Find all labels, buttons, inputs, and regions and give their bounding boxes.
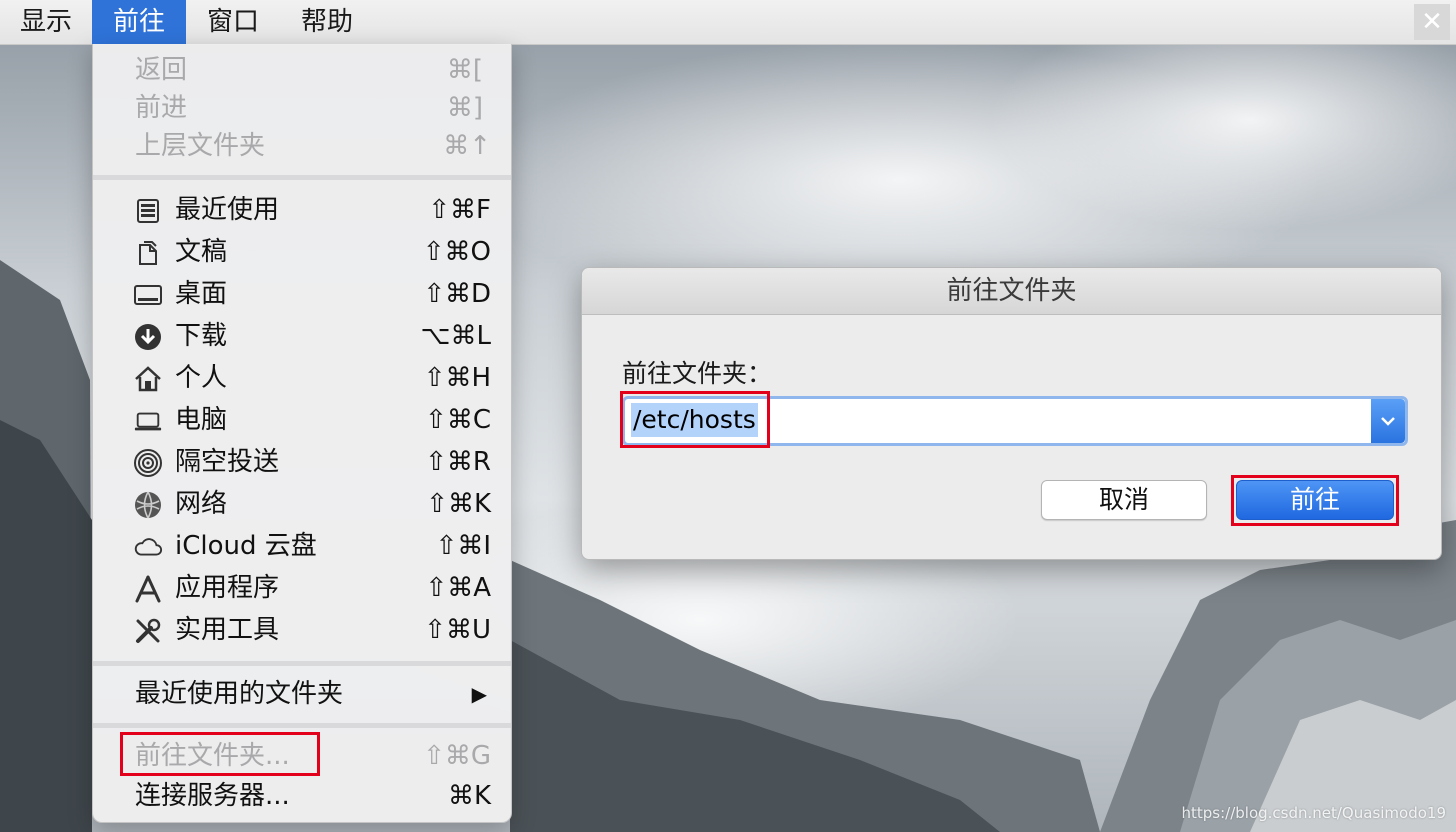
menu-item-label: 网络 [175, 489, 228, 519]
annotation-box-goto-menu-item [120, 732, 320, 776]
downloads-icon [133, 322, 163, 352]
menu-separator [93, 723, 511, 728]
watermark-text: https://blog.csdn.net/Quasimodo19 [1181, 804, 1446, 822]
menu-item-shortcut: ⌘[ [446, 55, 483, 85]
menu-item-shortcut: ⌘K [447, 781, 491, 811]
menu-item-shortcut: ⇧⌘F [428, 195, 491, 225]
desktop-icon [133, 280, 163, 310]
menu-item-desktop[interactable]: 桌面 ⇧⌘D [93, 274, 511, 314]
cancel-button[interactable]: 取消 [1041, 480, 1207, 520]
menu-item-label: 连接服务器... [135, 781, 290, 811]
applications-icon [133, 574, 163, 604]
menu-item-shortcut: ⇧⌘G [423, 741, 491, 771]
menu-item-shortcut: ⇧⌘U [424, 615, 491, 645]
menu-item-shortcut: ⇧⌘O [422, 237, 491, 267]
menubar-item-go[interactable]: 前往 [92, 0, 186, 44]
menu-item-utilities[interactable]: 实用工具 ⇧⌘U [93, 610, 511, 650]
menu-separator [93, 175, 511, 180]
annotation-box-path-input [620, 391, 770, 448]
menu-separator [93, 661, 511, 666]
utilities-icon [133, 616, 163, 646]
menu-item-shortcut: ⇧⌘R [425, 447, 491, 477]
dialog-prompt-label: 前往文件夹： [622, 359, 773, 388]
chevron-down-icon[interactable] [1371, 399, 1405, 443]
menu-item-label: 实用工具 [175, 615, 280, 645]
menu-item-label: 隔空投送 [175, 447, 280, 477]
recents-icon [133, 196, 163, 226]
menu-item-label: 应用程序 [175, 573, 280, 603]
menu-item-recents[interactable]: 最近使用 ⇧⌘F [93, 190, 511, 230]
menu-item-shortcut: ⌘↑ [443, 131, 491, 161]
menu-item-label: 返回 [135, 55, 188, 85]
menu-item-airdrop[interactable]: 隔空投送 ⇧⌘R [93, 442, 511, 482]
menu-item-label: 上层文件夹 [135, 131, 266, 161]
close-icon[interactable]: ✕ [1414, 4, 1450, 40]
menu-item-label: iCloud 云盘 [175, 531, 317, 561]
menu-item-label: 个人 [175, 363, 228, 393]
menu-item-network[interactable]: 网络 ⇧⌘K [93, 484, 511, 524]
computer-icon [133, 406, 163, 436]
menu-item-computer[interactable]: 电脑 ⇧⌘C [93, 400, 511, 440]
menu-item-shortcut: ⇧⌘D [423, 279, 491, 309]
menu-item-label: 桌面 [175, 279, 228, 309]
menu-item-downloads[interactable]: 下载 ⌥⌘L [93, 316, 511, 356]
menu-item-shortcut: ⇧⌘I [435, 531, 491, 561]
menu-item-label: 最近使用 [175, 195, 280, 225]
menu-item-shortcut: ⇧⌘H [423, 363, 491, 393]
menu-item-home[interactable]: 个人 ⇧⌘H [93, 358, 511, 398]
home-icon [133, 364, 163, 394]
menu-item-label: 最近使用的文件夹 [135, 679, 344, 709]
menu-item-recent-folders[interactable]: 最近使用的文件夹 ▶ [93, 674, 511, 714]
menu-item-shortcut: ⌘] [446, 93, 483, 123]
dialog-title: 前往文件夹 [946, 276, 1077, 306]
menu-item-shortcut: ⇧⌘C [425, 405, 491, 435]
menu-item-icloud[interactable]: iCloud 云盘 ⇧⌘I [93, 526, 511, 566]
menu-item-label: 下载 [175, 321, 228, 351]
menu-bar: 显示 前往 窗口 帮助 ✕ [0, 0, 1456, 45]
menu-item-connect-server[interactable]: 连接服务器... ⌘K [93, 776, 511, 816]
menubar-item-view[interactable]: 显示 [0, 0, 92, 44]
menubar-item-help[interactable]: 帮助 [280, 0, 374, 44]
menu-item-forward: 前进 ⌘] [93, 88, 511, 128]
network-icon [133, 490, 163, 520]
menubar-item-window[interactable]: 窗口 [186, 0, 280, 44]
menu-item-documents[interactable]: 文稿 ⇧⌘O [93, 232, 511, 272]
menu-item-shortcut: ⌥⌘L [420, 321, 491, 351]
menu-item-enclosing-folder: 上层文件夹 ⌘↑ [93, 126, 511, 166]
menu-item-shortcut: ⇧⌘A [425, 573, 491, 603]
submenu-arrow-icon: ▶ [471, 682, 487, 706]
menu-item-label: 文稿 [175, 237, 228, 267]
go-menu: 返回 ⌘[ 前进 ⌘] 上层文件夹 ⌘↑ 最近使用 ⇧⌘F 文稿 ⇧⌘O 桌面 … [92, 44, 512, 823]
menu-item-applications[interactable]: 应用程序 ⇧⌘A [93, 568, 511, 608]
menu-item-back: 返回 ⌘[ [93, 50, 511, 90]
menu-item-label: 电脑 [175, 405, 228, 435]
documents-icon [133, 238, 163, 268]
menu-item-label: 前进 [135, 93, 188, 123]
menu-item-shortcut: ⇧⌘K [426, 489, 491, 519]
airdrop-icon [133, 448, 163, 478]
annotation-box-go-button [1231, 475, 1399, 526]
icloud-icon [133, 532, 163, 562]
